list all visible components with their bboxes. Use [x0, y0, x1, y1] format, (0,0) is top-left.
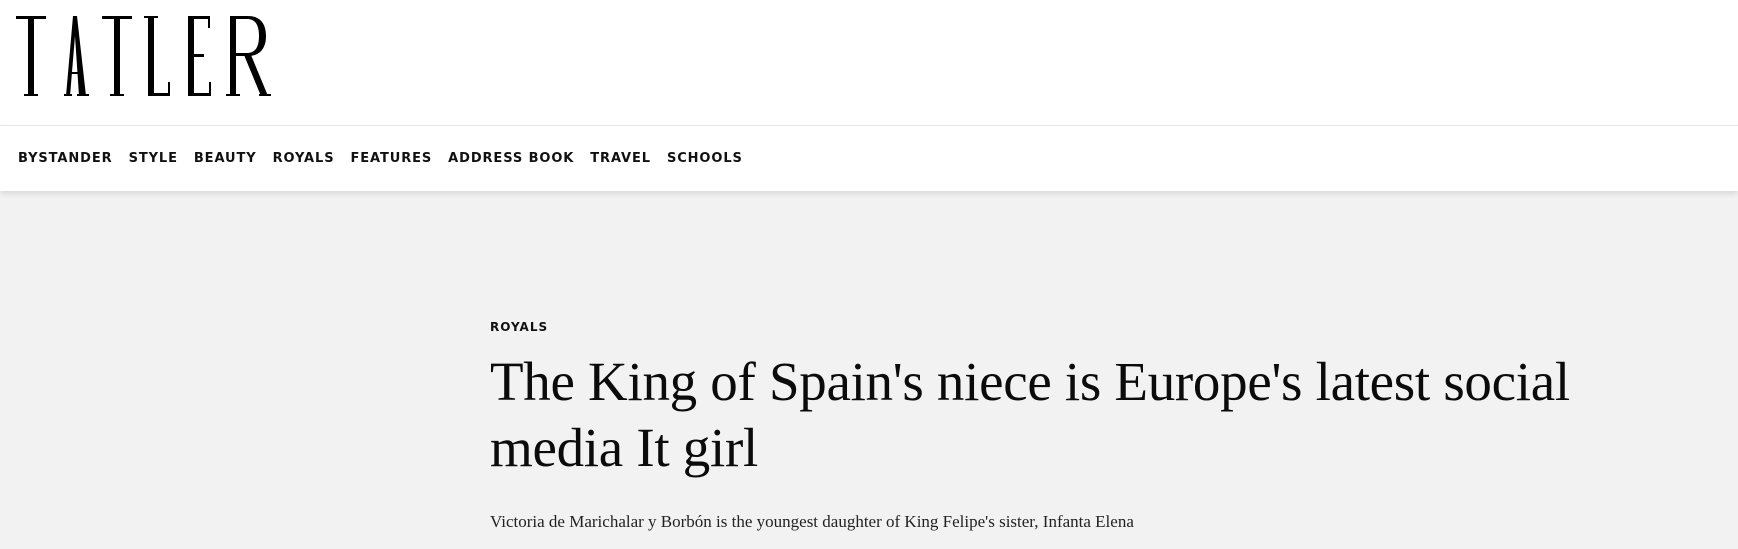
article-dek: Victoria de Marichalar y Borbón is the y…	[490, 512, 1134, 531]
nav-item-schools[interactable]: SCHOOLS	[667, 151, 743, 166]
main-navigation: BYSTANDER STYLE BEAUTY ROYALS FEATURES A…	[0, 126, 1738, 191]
nav-item-style[interactable]: STYLE	[129, 151, 178, 166]
article-category-link[interactable]: ROYALS	[490, 320, 548, 334]
nav-item-features[interactable]: FEATURES	[350, 151, 432, 166]
tatler-logo[interactable]	[16, 16, 280, 98]
site-header	[0, 0, 1738, 126]
nav-item-bystander[interactable]: BYSTANDER	[18, 151, 113, 166]
nav-item-address-book[interactable]: ADDRESS BOOK	[448, 151, 574, 166]
nav-list: BYSTANDER STYLE BEAUTY ROYALS FEATURES A…	[18, 126, 759, 191]
article-headline: The King of Spain's niece is Europe's la…	[490, 351, 1570, 478]
nav-item-travel[interactable]: TRAVEL	[590, 151, 651, 166]
nav-item-royals[interactable]: ROYALS	[273, 151, 335, 166]
nav-item-beauty[interactable]: BEAUTY	[194, 151, 257, 166]
